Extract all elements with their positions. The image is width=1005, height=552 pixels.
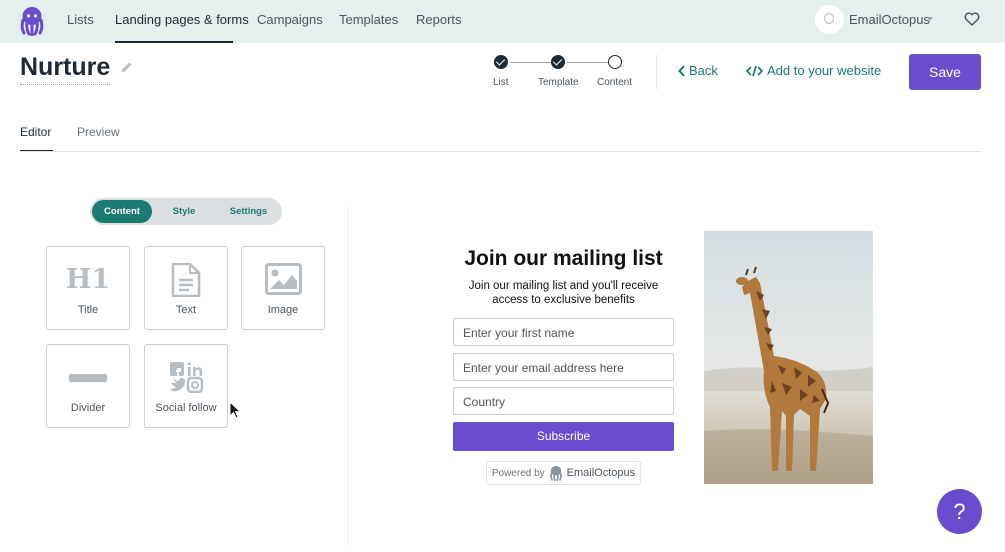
step-content-circle-icon [608,55,622,69]
panel-divider [348,206,349,546]
nav-lists[interactable]: Lists [67,12,94,27]
pencil-edit-icon[interactable] [119,60,134,75]
step-label-template: Template [538,77,579,88]
divider-icon [69,374,107,382]
subscribe-button[interactable]: Subscribe [453,422,674,451]
giraffe-image[interactable] [704,231,873,484]
social-icons [170,362,203,393]
step-connector [510,62,551,63]
segment-settings[interactable]: Settings [217,200,280,223]
chevron-left-icon [678,64,685,77]
header-divider [656,55,657,89]
back-link[interactable]: Back [678,63,718,78]
octopus-logo-icon [549,465,562,481]
mouse-cursor-icon [229,401,241,419]
first-name-field[interactable]: Enter your first name [453,318,674,346]
nav-templates[interactable]: Templates [339,12,398,27]
nav-reports[interactable]: Reports [416,12,462,27]
step-connector [567,62,608,63]
avatar-initial-icon [824,13,834,24]
step-template-check-icon [551,55,565,69]
help-button[interactable]: ? [937,489,982,534]
octopus-logo-icon[interactable] [20,6,44,36]
block-label: Divider [70,402,106,414]
panel-segmented-control: Content Style Settings [90,198,282,225]
top-navigation: Lists Landing pages & forms Campaigns Te… [0,0,1005,43]
back-label: Back [689,63,718,78]
nav-campaigns[interactable]: Campaigns [257,12,323,27]
save-button[interactable]: Save [909,54,981,90]
block-image[interactable]: Image [241,246,325,330]
powered-by-label: Powered by [491,467,545,479]
block-label: Social follow [155,402,217,414]
add-to-website-link[interactable]: Add to your website [746,63,881,78]
image-icon [264,263,302,295]
powered-by-brand: EmailOctopus [566,467,636,479]
document-text-icon [171,263,201,297]
form-description[interactable]: Join our mailing list and you'll receive… [458,279,669,307]
block-divider[interactable]: Divider [46,344,130,428]
block-title[interactable]: H1 Title [46,246,130,330]
account-name[interactable]: EmailOctopus [849,12,930,27]
segment-content[interactable]: Content [92,200,152,223]
add-to-website-label: Add to your website [767,63,882,78]
block-text[interactable]: Text [144,246,228,330]
block-label: Text [175,304,197,316]
account-avatar[interactable] [815,5,844,34]
block-label: Image [267,304,299,316]
page-title[interactable]: Nurture [20,52,111,85]
tabs-divider [20,151,981,152]
block-social-follow[interactable]: Social follow [144,344,228,428]
segment-style[interactable]: Style [155,200,213,223]
tab-preview[interactable]: Preview [77,125,120,139]
step-label-list: List [493,77,509,88]
powered-by-badge[interactable]: Powered by EmailOctopus [486,461,641,485]
email-field[interactable]: Enter your email address here [453,353,674,381]
step-list-check-icon [494,55,508,69]
block-label: Title [77,304,99,316]
heading-h1-icon: H1 [65,264,111,295]
heart-icon[interactable] [963,10,981,28]
active-nav-indicator [115,41,233,43]
step-label-content: Content [597,77,633,88]
form-heading[interactable]: Join our mailing list [453,247,674,271]
nav-landing-pages-forms[interactable]: Landing pages & forms [115,12,249,27]
country-field[interactable]: Country [453,387,674,415]
chevron-down-icon[interactable] [927,17,933,21]
code-icon [746,65,763,76]
tab-editor[interactable]: Editor [20,125,51,139]
